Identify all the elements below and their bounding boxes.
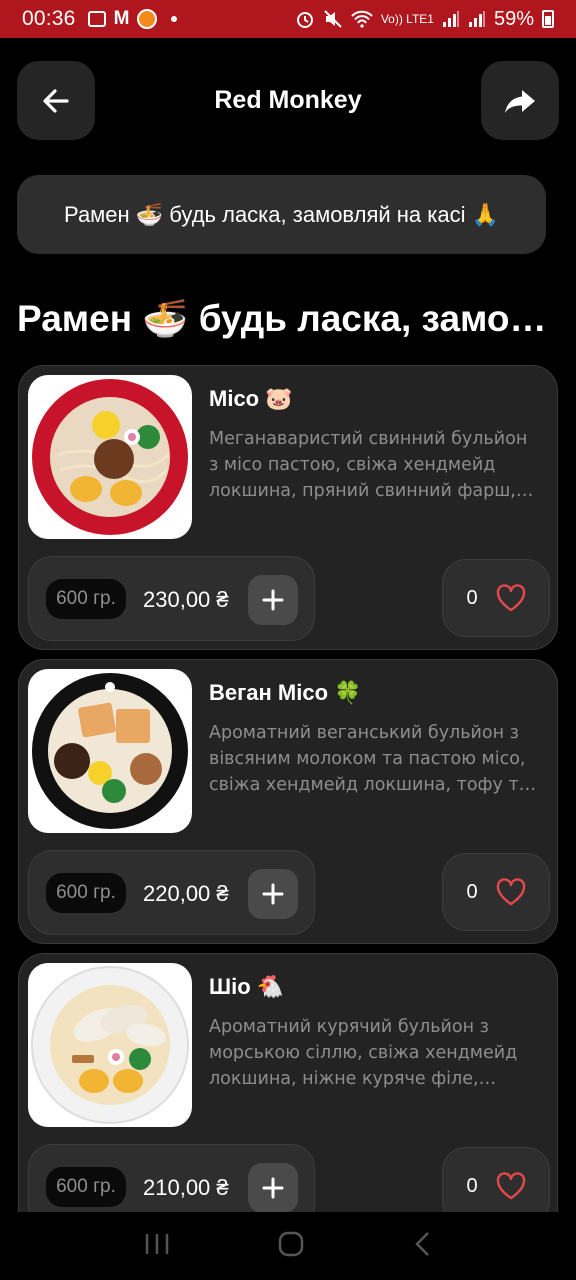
system-navigation-bar (0, 1212, 576, 1280)
product-card[interactable]: Веган Місо 🍀 Ароматний веганський бульйо… (18, 659, 558, 944)
product-description: Меганаваристий свинний бульйон з місо па… (209, 429, 528, 501)
wifi-icon (351, 10, 373, 28)
battery-icon (542, 10, 554, 28)
chevron-left-icon (415, 1232, 430, 1256)
app-notification-icon (137, 9, 158, 29)
back-nav-button[interactable] (412, 1230, 432, 1262)
product-description: Ароматний веганський бульйон з вівсяним … (209, 723, 530, 795)
plus-icon (262, 883, 284, 905)
plus-icon (262, 1177, 284, 1199)
recent-apps-button[interactable] (144, 1232, 170, 1260)
product-image (28, 669, 192, 833)
share-icon (505, 89, 535, 113)
status-time: 00:36 (22, 7, 76, 30)
product-list: Місо 🐷 Меганаваристий свинний бульйон з … (18, 365, 558, 1247)
signal-icon (442, 11, 459, 27)
like-count: 0 (466, 586, 478, 609)
add-to-cart-button[interactable] (248, 575, 298, 625)
back-button[interactable] (17, 61, 95, 140)
gmail-icon: M (113, 8, 130, 29)
more-notifications-icon (171, 16, 178, 22)
mute-icon (324, 10, 342, 28)
product-price: 230,00 ₴ (143, 587, 229, 612)
home-icon (278, 1231, 304, 1257)
add-to-cart-button[interactable] (248, 1163, 298, 1213)
product-card[interactable]: Місо 🐷 Меганаваристий свинний бульйон з … (18, 365, 558, 650)
product-price: 220,00 ₴ (143, 881, 229, 906)
product-image (28, 963, 192, 1127)
heart-icon (496, 1172, 525, 1200)
product-name: Місо 🐷 (209, 386, 293, 411)
like-count: 0 (466, 1174, 478, 1197)
product-description: Ароматний курячий бульйон з морською сіл… (209, 1017, 518, 1089)
heart-icon (496, 878, 525, 906)
home-button[interactable] (277, 1230, 305, 1262)
battery-percent: 59% (493, 7, 534, 30)
like-button[interactable]: 0 (442, 853, 550, 931)
top-app-bar: Red Monkey (17, 61, 559, 140)
signal-icon-2 (468, 11, 485, 27)
price-panel: 600 гр. 220,00 ₴ (28, 850, 315, 935)
network-type: Vo)) LTE1 (380, 11, 434, 26)
like-count: 0 (466, 880, 478, 903)
alarm-icon (296, 12, 313, 28)
status-bar: 00:36 M Vo)) LTE1 59% (0, 0, 576, 38)
product-weight: 600 гр. (46, 579, 126, 619)
info-banner-text: Рамен 🍜 будь ласка, замовляй на касі 🙏 (64, 201, 499, 227)
product-image (28, 375, 192, 539)
add-to-cart-button[interactable] (248, 869, 298, 919)
plus-icon (262, 589, 284, 611)
product-name: Шіо 🐔 (209, 974, 285, 999)
recent-apps-icon (145, 1234, 168, 1254)
like-button[interactable]: 0 (442, 559, 550, 637)
info-banner: Рамен 🍜 будь ласка, замовляй на касі 🙏 (17, 175, 546, 254)
price-panel: 600 гр. 230,00 ₴ (28, 556, 315, 641)
product-weight: 600 гр. (46, 873, 126, 913)
share-button[interactable] (481, 61, 559, 140)
category-title: Рамен 🍜 будь ласка, замовляй на касі 🙏 (17, 298, 562, 339)
product-name: Веган Місо 🍀 (209, 680, 362, 705)
product-weight: 600 гр. (46, 1167, 126, 1207)
gallery-icon (87, 11, 106, 27)
product-card[interactable]: Шіо 🐔 Ароматний курячий бульйон з морськ… (18, 953, 558, 1238)
page-title: Red Monkey (214, 86, 362, 114)
arrow-left-icon (43, 88, 69, 113)
heart-icon (496, 584, 525, 612)
